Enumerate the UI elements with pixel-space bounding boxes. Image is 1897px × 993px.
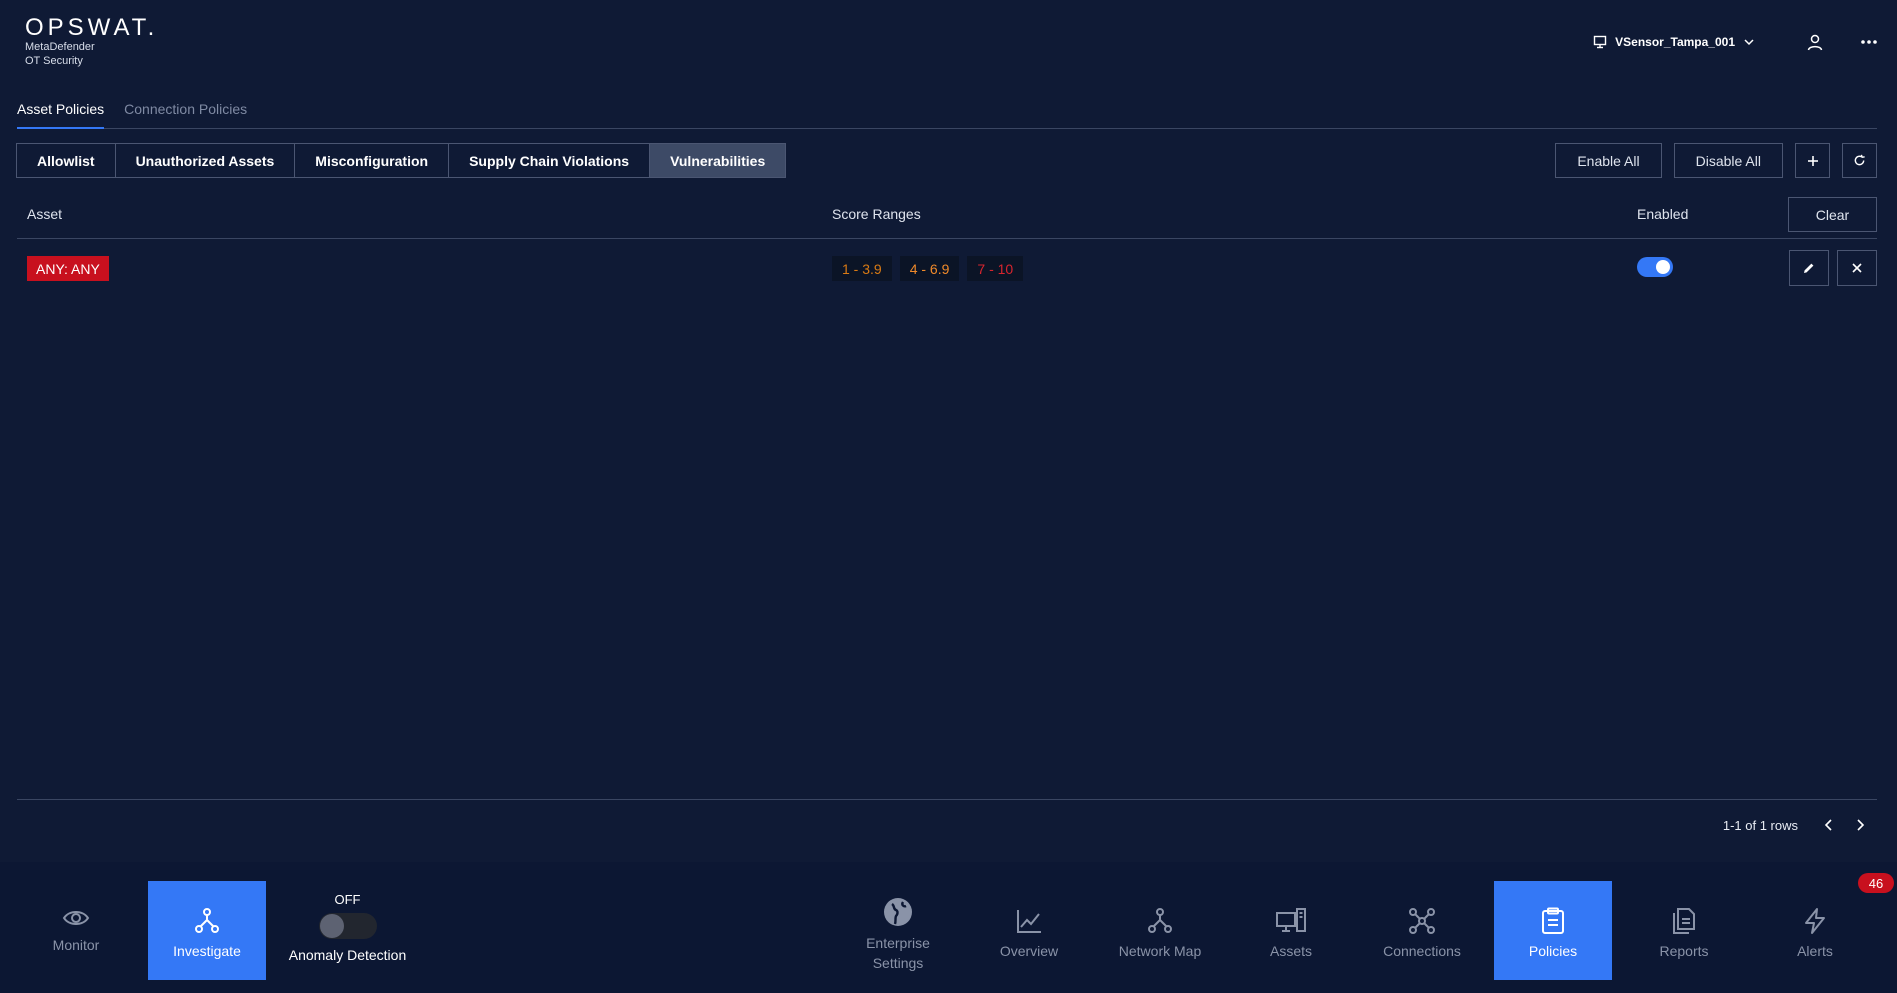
nav-overview-label: Overview <box>999 943 1059 959</box>
table-toolbar: Enable All Disable All <box>1555 143 1877 178</box>
more-horizontal-icon <box>1861 40 1877 44</box>
enable-all-button[interactable]: Enable All <box>1555 143 1662 178</box>
enabled-toggle[interactable] <box>1637 257 1673 277</box>
user-icon <box>1807 34 1823 51</box>
clear-button[interactable]: Clear <box>1788 197 1877 232</box>
pagination-summary: 1-1 of 1 rows <box>1722 817 1798 833</box>
refresh-icon <box>1854 154 1865 166</box>
nav-overview[interactable]: Overview <box>970 881 1088 980</box>
nav-monitor-label: Monitor <box>52 937 100 953</box>
plus-icon <box>1807 155 1818 166</box>
nav-enterprise-label-line2: Settings <box>872 955 924 971</box>
app-root: OPSWAT. MetaDefender OT Security VSensor… <box>0 0 1897 993</box>
product-name-line2: OT Security <box>25 55 83 67</box>
category-tabs: Allowlist Unauthorized Assets Misconfigu… <box>16 143 787 178</box>
tab-unauthorized-assets[interactable]: Unauthorized Assets <box>114 143 296 178</box>
score-range-low: 1 - 3.9 <box>832 256 892 281</box>
pencil-icon <box>1804 263 1814 273</box>
table-row: ANY: ANY 1 - 3.9 4 - 6.9 7 - 10 <box>17 250 1877 286</box>
chart-line-icon <box>1017 910 1041 933</box>
nav-connections-label: Connections <box>1383 943 1461 959</box>
chevron-left-icon <box>1824 819 1832 831</box>
nav-investigate-label: Investigate <box>173 943 241 959</box>
nav-reports[interactable]: Reports <box>1625 881 1743 980</box>
devices-icon <box>1276 908 1306 932</box>
anomaly-detection-control: OFF Anomaly Detection <box>280 892 415 963</box>
anomaly-detection-state: OFF <box>334 892 361 907</box>
score-ranges: 1 - 3.9 4 - 6.9 7 - 10 <box>832 256 1024 281</box>
delete-button[interactable] <box>1837 250 1877 286</box>
table-footer-divider <box>17 799 1877 800</box>
sensor-name: VSensor_Tampa_001 <box>1615 35 1735 49</box>
network-icon <box>1148 908 1172 933</box>
tab-vulnerabilities[interactable]: Vulnerabilities <box>649 143 787 178</box>
tab-connection-policies[interactable]: Connection Policies <box>124 96 247 128</box>
reports-icon <box>1673 908 1695 934</box>
refresh-button[interactable] <box>1842 143 1877 178</box>
chevron-down-icon <box>1744 39 1754 46</box>
opswat-logo: OPSWAT. MetaDefender OT Security <box>25 16 158 68</box>
bottom-navigation: Monitor Investigate OFF Anomaly Detectio… <box>0 862 1897 993</box>
edit-button[interactable] <box>1789 250 1829 286</box>
asset-badge: ANY: ANY <box>27 256 109 281</box>
column-asset: Asset <box>27 206 63 222</box>
globe-icon <box>884 898 912 926</box>
nav-assets[interactable]: Assets <box>1232 881 1350 980</box>
sensor-selector[interactable]: VSensor_Tampa_001 <box>1593 35 1755 49</box>
product-name-line1: MetaDefender <box>25 41 95 53</box>
nav-assets-label: Assets <box>1269 943 1312 959</box>
table-header: Asset Score Ranges Enabled Clear <box>17 196 1877 239</box>
close-icon <box>1852 263 1862 273</box>
nav-reports-label: Reports <box>1659 943 1709 959</box>
nav-network-map-label: Network Map <box>1118 943 1202 959</box>
nav-alerts-label: Alerts <box>1797 943 1833 959</box>
eye-icon <box>62 911 90 925</box>
alerts-count-badge: 46 <box>1858 873 1894 893</box>
tab-misconfiguration[interactable]: Misconfiguration <box>294 143 450 178</box>
nav-policies-label: Policies <box>1528 943 1578 959</box>
policy-tabs: Asset Policies Connection Policies <box>17 96 1877 129</box>
nav-enterprise-label-line1: Enterprise <box>866 935 930 951</box>
nav-policies[interactable]: Policies <box>1494 881 1612 980</box>
tab-allowlist[interactable]: Allowlist <box>16 143 116 178</box>
toggle-knob <box>1656 260 1670 274</box>
lightning-icon <box>1805 908 1825 934</box>
clipboard-icon <box>1542 907 1564 934</box>
chevron-right-icon <box>1857 819 1865 831</box>
nav-alerts[interactable]: Alerts <box>1756 881 1874 980</box>
nav-network-map[interactable]: Network Map <box>1101 881 1219 980</box>
column-score-ranges: Score Ranges <box>832 206 921 222</box>
investigate-icon <box>195 908 219 933</box>
nav-investigate[interactable]: Investigate <box>148 881 266 980</box>
anomaly-detection-label: Anomaly Detection <box>288 947 407 963</box>
anomaly-detection-toggle[interactable] <box>318 913 377 939</box>
pagination: 1-1 of 1 rows <box>1723 815 1869 835</box>
more-options-button[interactable] <box>1853 26 1885 58</box>
nav-enterprise-settings[interactable]: Enterprise Settings <box>839 881 957 980</box>
nav-monitor[interactable]: Monitor <box>17 881 135 980</box>
score-range-medium: 4 - 6.9 <box>899 256 960 281</box>
tab-asset-policies[interactable]: Asset Policies <box>17 96 105 129</box>
previous-page-button[interactable] <box>1820 816 1838 834</box>
connections-icon <box>1409 908 1435 934</box>
toggle-knob <box>319 914 344 938</box>
nav-connections[interactable]: Connections <box>1363 881 1481 980</box>
brand-name: OPSWAT. <box>25 14 159 41</box>
monitor-icon <box>1593 35 1607 49</box>
column-enabled: Enabled <box>1637 206 1689 222</box>
user-button[interactable] <box>1799 26 1831 58</box>
score-range-high: 7 - 10 <box>967 256 1024 281</box>
disable-all-button[interactable]: Disable All <box>1673 143 1783 178</box>
add-policy-button[interactable] <box>1795 143 1830 178</box>
next-page-button[interactable] <box>1851 816 1869 834</box>
header-actions: VSensor_Tampa_001 <box>1593 26 1897 58</box>
tab-supply-chain-violations[interactable]: Supply Chain Violations <box>448 143 651 178</box>
